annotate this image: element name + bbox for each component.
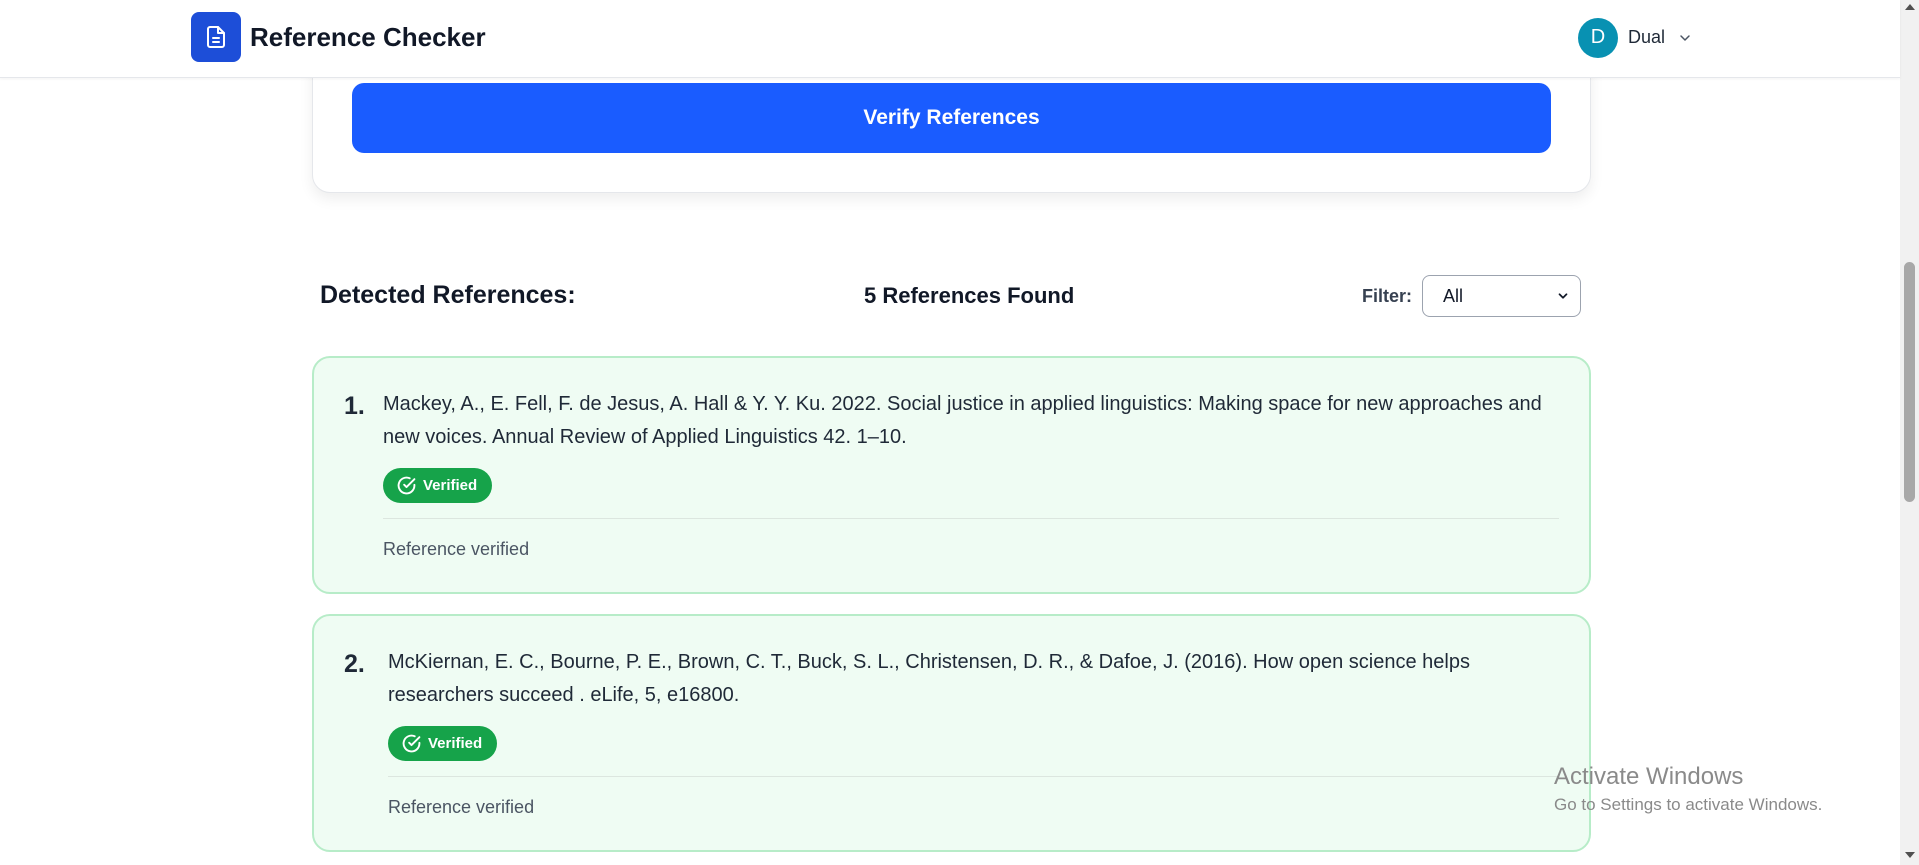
watermark-title: Activate Windows bbox=[1554, 763, 1744, 790]
reference-text: McKiernan, E. C., Bourne, P. E., Brown, … bbox=[388, 651, 1470, 706]
app-header: Reference Checker D Dual bbox=[0, 0, 1900, 78]
chevron-down-icon bbox=[1677, 30, 1693, 46]
verified-badge: Verified bbox=[383, 468, 493, 503]
avatar: D bbox=[1578, 17, 1618, 58]
reference-number: 1. bbox=[344, 392, 365, 420]
references-found-count: 5 References Found bbox=[864, 283, 1075, 308]
reference-status: Reference verified bbox=[388, 797, 535, 817]
verify-references-button[interactable]: Verify References bbox=[352, 83, 1551, 153]
badge-label: Verified bbox=[423, 477, 478, 494]
check-circle-icon bbox=[397, 476, 416, 495]
chevron-down-icon bbox=[1558, 293, 1568, 299]
app-title: Reference Checker bbox=[250, 22, 486, 52]
scroll-up-arrow-icon[interactable] bbox=[1905, 4, 1915, 10]
section-title: Detected References: bbox=[320, 281, 576, 309]
reference-card: 2. McKiernan, E. C., Bourne, P. E., Brow… bbox=[312, 614, 1591, 852]
scroll-down-arrow-icon[interactable] bbox=[1905, 852, 1915, 858]
divider bbox=[383, 518, 1559, 519]
filter-selected-value: All bbox=[1443, 285, 1464, 306]
reference-card: 1. Mackey, A., E. Fell, F. de Jesus, A. … bbox=[312, 356, 1591, 594]
filter-select[interactable]: All bbox=[1422, 275, 1581, 317]
document-icon bbox=[207, 26, 225, 48]
vertical-scrollbar[interactable] bbox=[1900, 0, 1919, 865]
user-menu[interactable]: D Dual bbox=[1578, 17, 1693, 58]
activate-windows-watermark: Activate Windows Go to Settings to activ… bbox=[1554, 763, 1822, 815]
reference-status: Reference verified bbox=[383, 539, 530, 559]
filter-label: Filter: bbox=[1362, 286, 1413, 306]
badge-label: Verified bbox=[428, 735, 483, 752]
user-name: Dual bbox=[1628, 27, 1666, 47]
reference-text: Mackey, A., E. Fell, F. de Jesus, A. Hal… bbox=[383, 393, 1542, 448]
scrollbar-thumb[interactable] bbox=[1904, 262, 1915, 502]
check-circle-icon bbox=[402, 734, 421, 753]
reference-number: 2. bbox=[344, 650, 365, 678]
watermark-subtitle: Go to Settings to activate Windows. bbox=[1554, 795, 1823, 814]
verified-badge: Verified bbox=[388, 726, 498, 761]
divider bbox=[388, 776, 1559, 777]
app-logo[interactable] bbox=[191, 12, 241, 62]
